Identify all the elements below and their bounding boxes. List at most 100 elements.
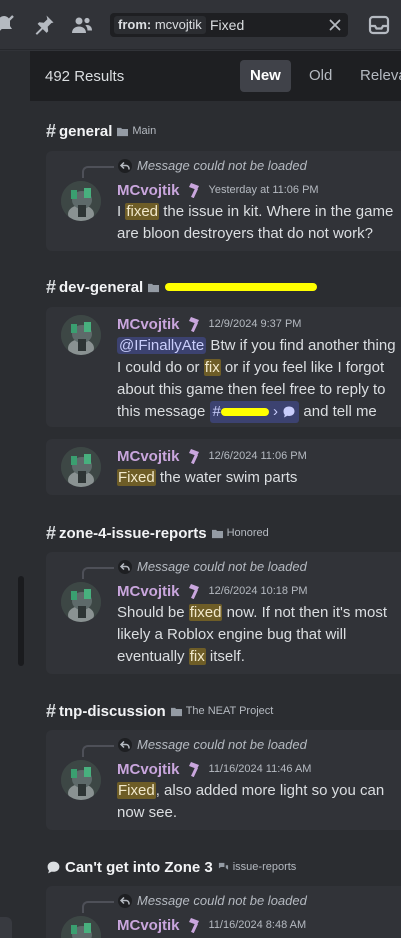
avatar[interactable] <box>61 916 101 938</box>
channel-header-thread[interactable]: Can't get into Zone 3 issue-reports <box>46 857 296 877</box>
channel-mention-hash: # <box>212 403 221 420</box>
hammer-icon <box>185 917 203 933</box>
message-content: Fixed the water swim parts <box>117 467 401 489</box>
reply-preview[interactable]: Message could not be loaded <box>137 737 307 752</box>
channel-mention[interactable]: # › <box>209 401 300 423</box>
sort-tab-new[interactable]: New <box>240 60 291 92</box>
channel-header-general[interactable]: # general Main <box>46 121 156 141</box>
search-highlight: Fixed <box>117 782 156 799</box>
category-name: issue-reports <box>232 861 297 873</box>
message-meta: MCvojtik 12/6/2024 10:18 PM <box>117 581 308 601</box>
folder-icon <box>117 126 129 137</box>
channel-name: general <box>59 122 113 140</box>
message-meta: MCvojtik 11/16/2024 11:46 AM <box>117 759 311 779</box>
timestamp: 12/6/2024 10:18 PM <box>208 585 308 597</box>
hammer-icon <box>185 761 203 777</box>
reply-icon <box>118 159 132 173</box>
reply-connector <box>82 567 114 579</box>
message-line: Should be fixed now. If not then it's mo… <box>117 602 401 624</box>
channel-name: Can't get into Zone 3 <box>65 858 213 876</box>
results-count: 492 Results <box>45 68 125 85</box>
message-line: @IFinallyAte Btw if you find another thi… <box>117 335 401 357</box>
category-name: Main <box>132 125 157 137</box>
author-name[interactable]: MCvojtik <box>117 316 180 333</box>
hammer-icon <box>185 583 203 599</box>
search-filter-key: from: <box>118 17 152 32</box>
text-span: , also added more light so you can <box>155 782 385 799</box>
author-name[interactable]: MCvojtik <box>117 583 180 600</box>
author-name[interactable]: MCvojtik <box>117 182 180 199</box>
mute-icon[interactable] <box>0 13 16 37</box>
folder-icon <box>148 282 160 293</box>
text-channel-icon: # <box>46 120 57 141</box>
reply-preview[interactable]: Message could not be loaded <box>137 893 307 908</box>
category-name: The NEAT Project <box>185 705 274 717</box>
text-span: now. If not then it's most <box>222 604 388 621</box>
user-mention[interactable]: @IFinallyAte <box>117 337 207 354</box>
reply-connector <box>82 745 114 757</box>
message-line: now see. <box>117 802 401 824</box>
author-name[interactable]: MCvojtik <box>117 761 180 778</box>
timestamp: 12/6/2024 11:06 PM <box>208 450 307 462</box>
channel-header-zone-4-issue-reports[interactable]: # zone-4-issue-reports Honored <box>46 523 269 543</box>
author-name[interactable]: MCvojtik <box>117 917 180 934</box>
search-result-card[interactable]: Message could not be loaded MCvojtik 12/… <box>46 552 401 674</box>
channel-header-tnp-discussion[interactable]: # tnp-discussion The NEAT Project <box>46 701 273 721</box>
search-highlight: fixed <box>188 604 223 621</box>
thread-icon <box>282 405 296 419</box>
message-meta: MCvojtik 12/9/2024 9:37 PM <box>117 314 301 334</box>
clear-icon[interactable] <box>327 17 343 33</box>
search-result-card[interactable]: Message could not be loaded MCvojtik 11/… <box>46 730 401 830</box>
avatar[interactable] <box>61 760 101 800</box>
message-line: about this game then feel free to reply … <box>117 379 401 401</box>
members-icon[interactable] <box>70 13 94 37</box>
avatar[interactable] <box>61 447 101 487</box>
reply-connector <box>82 166 114 178</box>
text-span: the issue in kit. Where in the game <box>159 203 394 220</box>
text-channel-icon: # <box>46 700 57 721</box>
author-name[interactable]: MCvojtik <box>117 448 180 465</box>
text-span: itself. <box>205 648 245 665</box>
channel-name: zone-4-issue-reports <box>59 524 207 542</box>
inbox-icon[interactable] <box>367 13 391 37</box>
redaction-mark <box>165 283 318 291</box>
sort-tab-relevant[interactable]: Relevant <box>350 60 401 92</box>
chat-area-edge <box>0 51 30 938</box>
pin-icon[interactable] <box>32 13 56 37</box>
message-line: eventually fix itself. <box>117 646 401 668</box>
reply-icon <box>118 560 132 574</box>
text-span: about this game then feel free to reply … <box>117 381 386 398</box>
message-content: Should be fixed now. If not then it's mo… <box>117 602 401 668</box>
search-result-card[interactable]: MCvojtik 12/9/2024 9:37 PM @IFinallyAte … <box>46 307 401 427</box>
message-line: I fixed the issue in kit. Where in the g… <box>117 201 401 223</box>
reply-preview[interactable]: Message could not be loaded <box>137 158 307 173</box>
search-bar[interactable]: from: mcvojtik <box>110 13 348 37</box>
chat-scrollbar[interactable] <box>18 576 24 666</box>
message-line: Fixed, also added more light so you can <box>117 780 401 802</box>
chat-collapse-handle[interactable] <box>0 917 12 938</box>
sort-tab-old[interactable]: Old <box>299 60 342 92</box>
hammer-icon <box>185 182 203 198</box>
text-span: Btw if you find another thing <box>206 337 396 354</box>
avatar[interactable] <box>61 315 101 355</box>
message-meta: MCvojtik 12/6/2024 11:06 PM <box>117 446 307 466</box>
search-input[interactable] <box>210 16 320 34</box>
timestamp: 12/9/2024 9:37 PM <box>208 318 302 330</box>
reply-icon <box>118 894 132 908</box>
reply-preview[interactable]: Message could not be loaded <box>137 559 307 574</box>
message-line: Fixed the water swim parts <box>117 467 401 489</box>
search-highlight: fix <box>203 359 221 376</box>
message-line: likely a Roblox engine bug that will <box>117 624 401 646</box>
reply-icon <box>118 738 132 752</box>
search-filter-pill[interactable]: from: mcvojtik <box>114 16 206 34</box>
search-result-card[interactable]: Message could not be loaded MCvojtik Yes… <box>46 151 401 251</box>
search-highlight: fix <box>188 648 206 665</box>
message-content: I fixed the issue in kit. Where in the g… <box>117 201 401 245</box>
channel-toolbar: from: mcvojtik <box>0 0 401 50</box>
text-span: or if you feel like I forgot <box>220 359 385 376</box>
avatar[interactable] <box>61 181 101 221</box>
search-result-card[interactable]: MCvojtik 12/6/2024 11:06 PM Fixed the wa… <box>46 439 401 495</box>
channel-header-dev-general[interactable]: # dev-general <box>46 277 318 297</box>
avatar[interactable] <box>61 582 101 622</box>
search-result-card[interactable]: Message could not be loaded MCvojtik 11/… <box>46 886 401 938</box>
